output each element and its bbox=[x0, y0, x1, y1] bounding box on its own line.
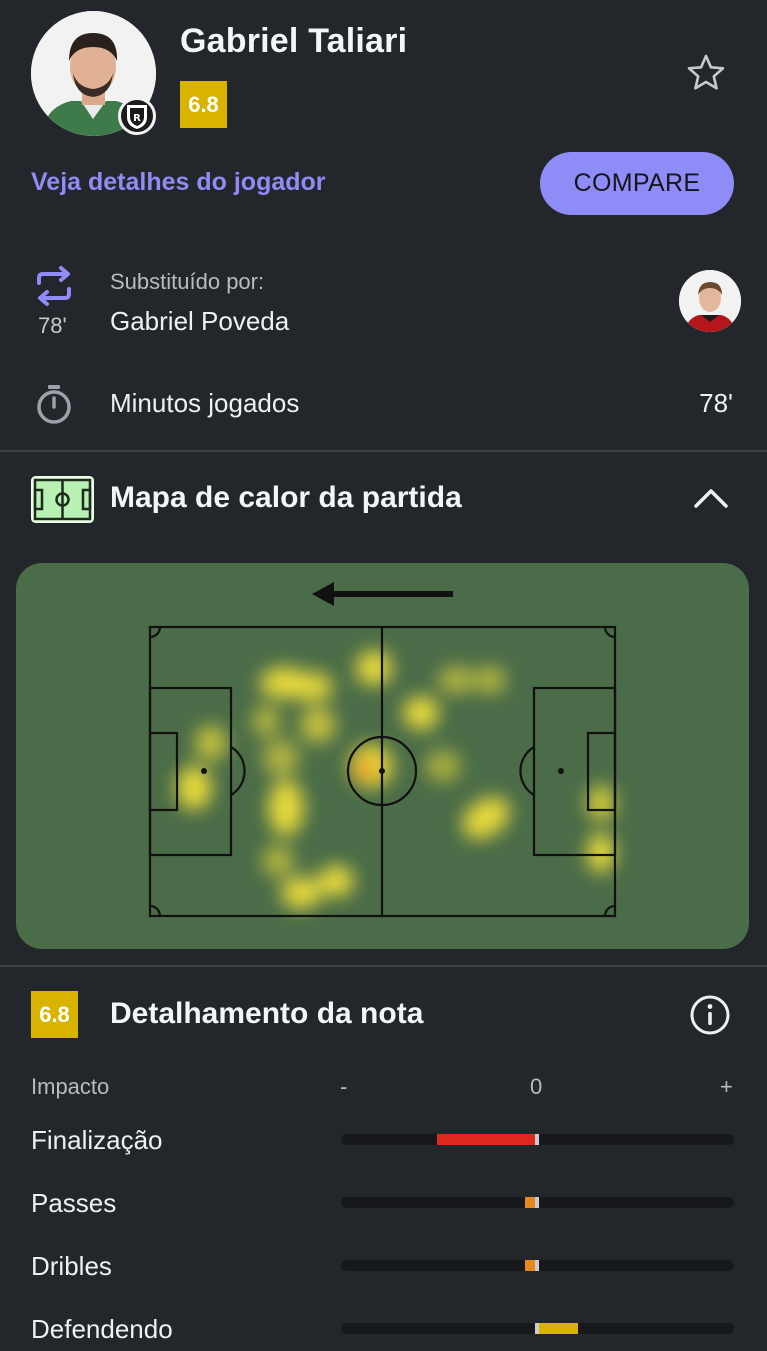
impact-bar-zero-tick bbox=[535, 1197, 539, 1208]
substitution-label: Substituído por: bbox=[110, 269, 265, 294]
minutes-played-value: 78' bbox=[699, 388, 733, 418]
impact-bar bbox=[341, 1260, 734, 1271]
compare-button[interactable]: COMPARE bbox=[540, 152, 734, 215]
info-icon[interactable] bbox=[688, 993, 732, 1037]
substitute-player-avatar[interactable] bbox=[679, 270, 741, 332]
metric-label-dribles: Dribles bbox=[31, 1251, 112, 1281]
impact-bar bbox=[341, 1323, 734, 1334]
impact-bar-zero-tick bbox=[535, 1260, 539, 1271]
club-badge-icon: R bbox=[118, 97, 156, 135]
scale-zero-label: 0 bbox=[530, 1074, 543, 1099]
player-name: Gabriel Taliari bbox=[180, 22, 408, 60]
impact-bar-fill bbox=[437, 1134, 537, 1145]
section-divider bbox=[0, 965, 767, 967]
metric-label-passes: Passes bbox=[31, 1188, 117, 1218]
impact-bar-fill bbox=[539, 1323, 579, 1334]
player-rating-badge: 6.8 bbox=[180, 81, 227, 128]
star-icon[interactable] bbox=[684, 52, 728, 96]
swap-icon bbox=[33, 265, 75, 307]
substitution-minute: 78' bbox=[38, 313, 67, 338]
breakdown-rating-badge: 6.8 bbox=[31, 991, 78, 1038]
metric-label-finalizacao: Finalização bbox=[31, 1125, 163, 1155]
substitute-player-name[interactable]: Gabriel Poveda bbox=[110, 306, 289, 337]
breakdown-title: Detalhamento da nota bbox=[110, 997, 424, 1030]
impact-label: Impacto bbox=[31, 1074, 110, 1099]
heatmap-card bbox=[16, 563, 749, 949]
player-match-stats-page: R Gabriel Taliari 6.8 Veja detalhes do j… bbox=[0, 0, 767, 1351]
impact-bar bbox=[341, 1197, 734, 1208]
impact-bar-zero-tick bbox=[535, 1323, 539, 1334]
svg-text:R: R bbox=[133, 113, 141, 124]
impact-bar-zero-tick bbox=[535, 1134, 539, 1145]
impact-bar bbox=[341, 1134, 734, 1145]
chevron-up-icon[interactable] bbox=[690, 478, 732, 520]
metric-label-defendendo: Defendendo bbox=[31, 1314, 173, 1344]
stopwatch-icon bbox=[33, 383, 75, 425]
heatmap-pitch bbox=[148, 582, 617, 918]
heatmap-title: Mapa de calor da partida bbox=[110, 481, 462, 514]
scale-minus-label: - bbox=[340, 1074, 348, 1099]
section-divider bbox=[0, 450, 767, 452]
pitch-icon bbox=[31, 476, 94, 523]
minutes-played-label: Minutos jogados bbox=[110, 388, 300, 418]
player-details-link[interactable]: Veja detalhes do jogador bbox=[31, 168, 326, 197]
attack-direction-arrow-icon bbox=[312, 582, 453, 606]
scale-plus-label: + bbox=[720, 1074, 733, 1099]
